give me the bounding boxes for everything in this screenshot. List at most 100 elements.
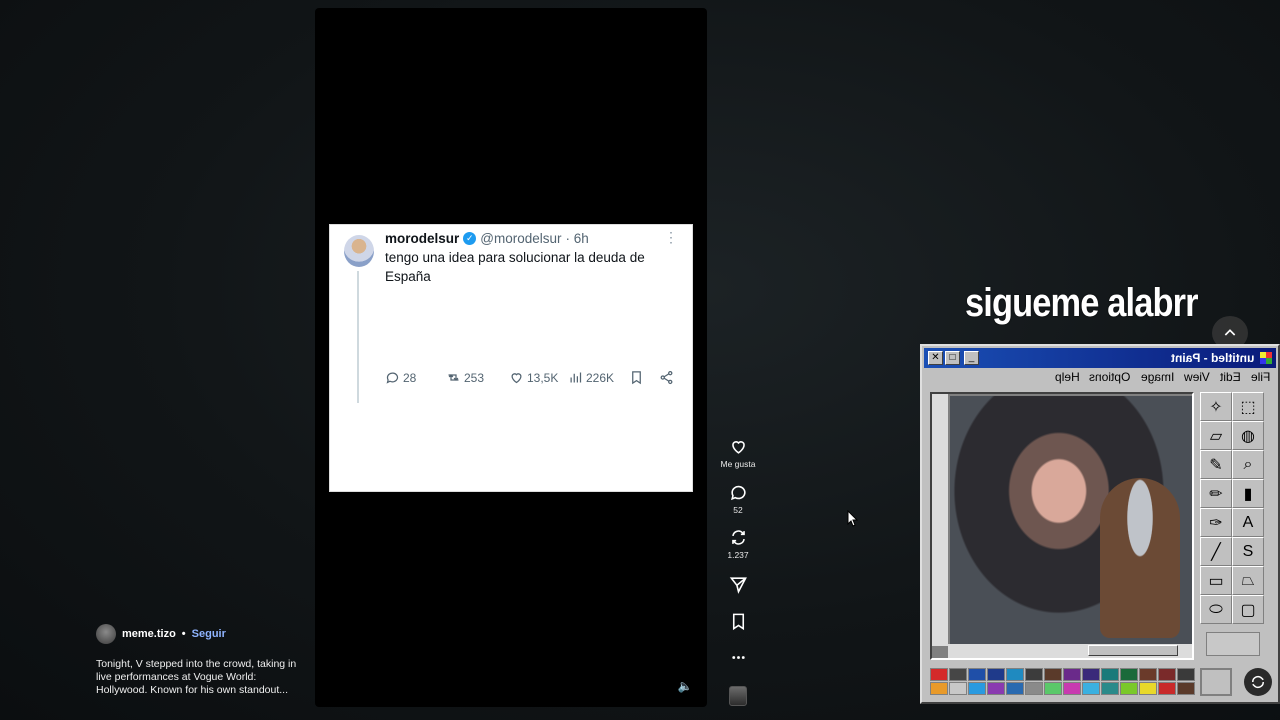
share-button[interactable] bbox=[718, 575, 758, 594]
color-swatch[interactable] bbox=[1101, 668, 1119, 681]
tweet-header: morodelsur ✓ @morodelsur · 6h bbox=[385, 231, 589, 246]
color-swatch[interactable] bbox=[1006, 668, 1024, 681]
minimize-window-button[interactable]: _ bbox=[964, 351, 979, 365]
free-select-icon[interactable]: ✧ bbox=[1200, 392, 1232, 421]
thread-line bbox=[357, 271, 359, 403]
chevron-up-icon bbox=[1224, 329, 1236, 336]
close-window-button[interactable]: ✕ bbox=[928, 351, 943, 365]
creator-avatar[interactable] bbox=[96, 624, 116, 644]
video-description[interactable]: Tonight, V stepped into the crowd, takin… bbox=[96, 658, 301, 697]
rectangle-icon[interactable]: ▭ bbox=[1200, 566, 1232, 595]
follow-button[interactable]: Seguir bbox=[192, 628, 226, 640]
color-palette bbox=[930, 668, 1195, 698]
share-icon bbox=[660, 370, 673, 385]
tool-options-box[interactable] bbox=[1206, 632, 1260, 656]
color-swatch[interactable] bbox=[1158, 668, 1176, 681]
ellipse-icon[interactable]: ⬭ bbox=[1200, 595, 1232, 624]
rounded-rectangle-icon[interactable]: ▢ bbox=[1232, 595, 1264, 624]
pencil-icon[interactable]: ✏ bbox=[1200, 479, 1232, 508]
color-swatch[interactable] bbox=[1063, 668, 1081, 681]
color-swatch[interactable] bbox=[987, 668, 1005, 681]
color-swatch[interactable] bbox=[968, 668, 986, 681]
assistant-button[interactable] bbox=[1244, 668, 1272, 696]
bookmark-icon bbox=[732, 613, 744, 631]
tweet-screenshot: morodelsur ✓ @morodelsur · 6h ⋮ tengo un… bbox=[329, 224, 693, 492]
color-swatch[interactable] bbox=[1044, 668, 1062, 681]
more-dots-icon bbox=[731, 656, 745, 659]
color-swatch[interactable] bbox=[1139, 668, 1157, 681]
replies-count: 28 bbox=[403, 370, 417, 385]
color-swatch[interactable] bbox=[930, 682, 948, 695]
webcam-photo bbox=[950, 396, 1192, 646]
tweet-time: · 6h bbox=[565, 231, 589, 246]
color-swatch[interactable] bbox=[1177, 682, 1195, 695]
rat-sticker bbox=[1100, 478, 1180, 638]
pick-color-icon[interactable]: ✎ bbox=[1200, 450, 1232, 479]
tweet-avatar bbox=[344, 235, 374, 267]
paint-menubar: File Edit View Image Options Help bbox=[922, 370, 1278, 388]
save-button[interactable] bbox=[718, 612, 758, 631]
reposts-count: 1.237 bbox=[727, 550, 749, 560]
airbrush-icon[interactable]: ✑ bbox=[1200, 508, 1232, 537]
color-swatch[interactable] bbox=[949, 682, 967, 695]
color-swatch[interactable] bbox=[1063, 682, 1081, 695]
magnifier-icon[interactable]: ⌕ bbox=[1232, 450, 1264, 479]
maximize-window-button[interactable]: □ bbox=[945, 351, 960, 365]
color-swatch[interactable] bbox=[1082, 668, 1100, 681]
curve-icon[interactable]: S bbox=[1232, 537, 1264, 566]
horizontal-scrollbar[interactable] bbox=[948, 644, 1192, 658]
select-icon[interactable]: ⬚ bbox=[1232, 392, 1264, 421]
tweet-views: 226K bbox=[568, 370, 614, 385]
menu-options[interactable]: Options bbox=[1089, 370, 1130, 388]
color-swatch[interactable] bbox=[949, 668, 967, 681]
video-player[interactable]: morodelsur ✓ @morodelsur · 6h ⋮ tengo un… bbox=[315, 8, 707, 707]
more-button[interactable] bbox=[718, 648, 758, 667]
color-swatch[interactable] bbox=[1120, 668, 1138, 681]
tweet-share bbox=[659, 370, 674, 385]
menu-help[interactable]: Help bbox=[1055, 370, 1080, 388]
comments-button[interactable]: 52 bbox=[718, 483, 758, 515]
creator-username[interactable]: meme.tizo bbox=[122, 628, 176, 640]
mouse-cursor-icon bbox=[847, 510, 859, 527]
menu-edit[interactable]: Edit bbox=[1220, 370, 1241, 388]
menu-view[interactable]: View bbox=[1184, 370, 1210, 388]
text-icon[interactable]: A bbox=[1232, 508, 1264, 537]
vertical-scrollbar[interactable] bbox=[932, 394, 948, 646]
brush-icon[interactable]: ▮ bbox=[1232, 479, 1264, 508]
color-swatch[interactable] bbox=[1158, 682, 1176, 695]
send-icon bbox=[729, 577, 747, 594]
volume-icon[interactable]: 🔈 bbox=[677, 678, 693, 694]
tweet-replies: 28 bbox=[385, 370, 416, 385]
scrollbar-thumb[interactable] bbox=[1088, 645, 1178, 656]
color-swatch[interactable] bbox=[930, 668, 948, 681]
paint-canvas-area[interactable] bbox=[930, 392, 1194, 660]
color-swatch[interactable] bbox=[1006, 682, 1024, 695]
menu-image[interactable]: Image bbox=[1141, 370, 1174, 388]
repost-button[interactable]: 1.237 bbox=[718, 528, 758, 560]
color-swatch[interactable] bbox=[1120, 682, 1138, 695]
color-swatch[interactable] bbox=[987, 682, 1005, 695]
color-swatch[interactable] bbox=[1025, 682, 1043, 695]
fill-icon[interactable]: ◍ bbox=[1232, 421, 1264, 450]
line-icon[interactable]: ╱ bbox=[1200, 537, 1232, 566]
verified-badge-icon: ✓ bbox=[463, 232, 477, 245]
color-swatch[interactable] bbox=[1025, 668, 1043, 681]
heart-icon bbox=[511, 373, 522, 384]
heart-icon bbox=[731, 441, 745, 454]
color-swatch[interactable] bbox=[968, 682, 986, 695]
tweet-retweets: 253 bbox=[446, 370, 484, 385]
polygon-icon[interactable]: ⏢ bbox=[1232, 566, 1264, 595]
color-swatch[interactable] bbox=[1082, 682, 1100, 695]
color-swatch[interactable] bbox=[1101, 682, 1119, 695]
like-button[interactable]: Me gusta bbox=[718, 437, 758, 469]
eraser-icon[interactable]: ▱ bbox=[1200, 421, 1232, 450]
current-color-box[interactable] bbox=[1200, 668, 1232, 696]
separator-dot: • bbox=[181, 628, 186, 640]
sound-thumbnail[interactable] bbox=[729, 686, 747, 706]
color-swatch[interactable] bbox=[1139, 682, 1157, 695]
color-swatch[interactable] bbox=[1044, 682, 1062, 695]
menu-file[interactable]: File bbox=[1251, 370, 1270, 388]
views-count: 226K bbox=[586, 370, 615, 385]
tweet-author-name: morodelsur bbox=[385, 231, 460, 246]
color-swatch[interactable] bbox=[1177, 668, 1195, 681]
